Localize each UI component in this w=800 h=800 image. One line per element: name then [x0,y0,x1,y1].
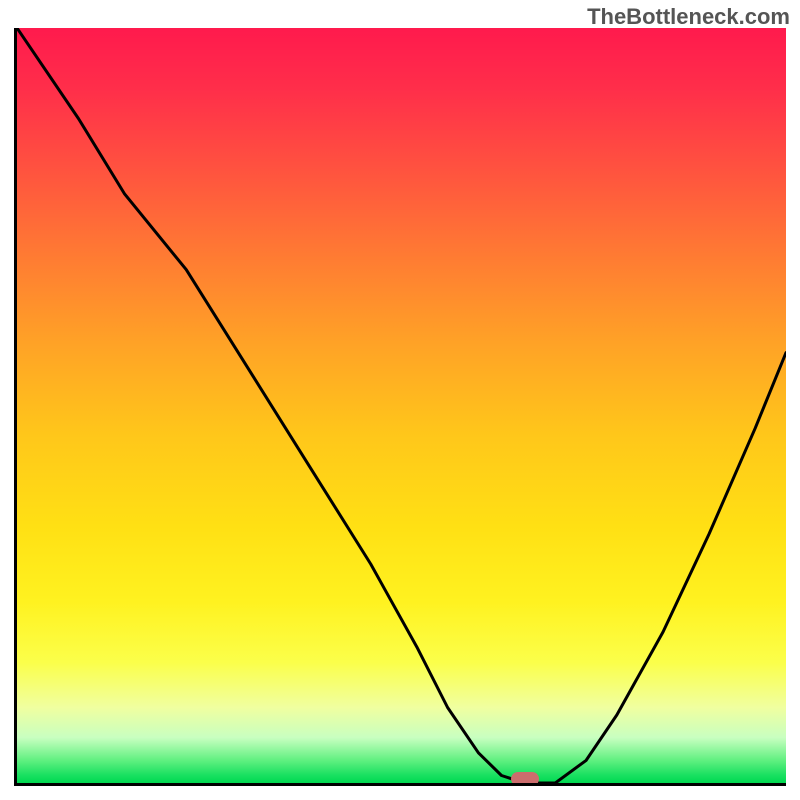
curve-svg [17,28,786,783]
bottleneck-curve [17,28,786,783]
plot-area [14,28,786,786]
chart-container: TheBottleneck.com [0,0,800,800]
optimal-marker [511,772,539,786]
attribution-text: TheBottleneck.com [587,4,790,30]
